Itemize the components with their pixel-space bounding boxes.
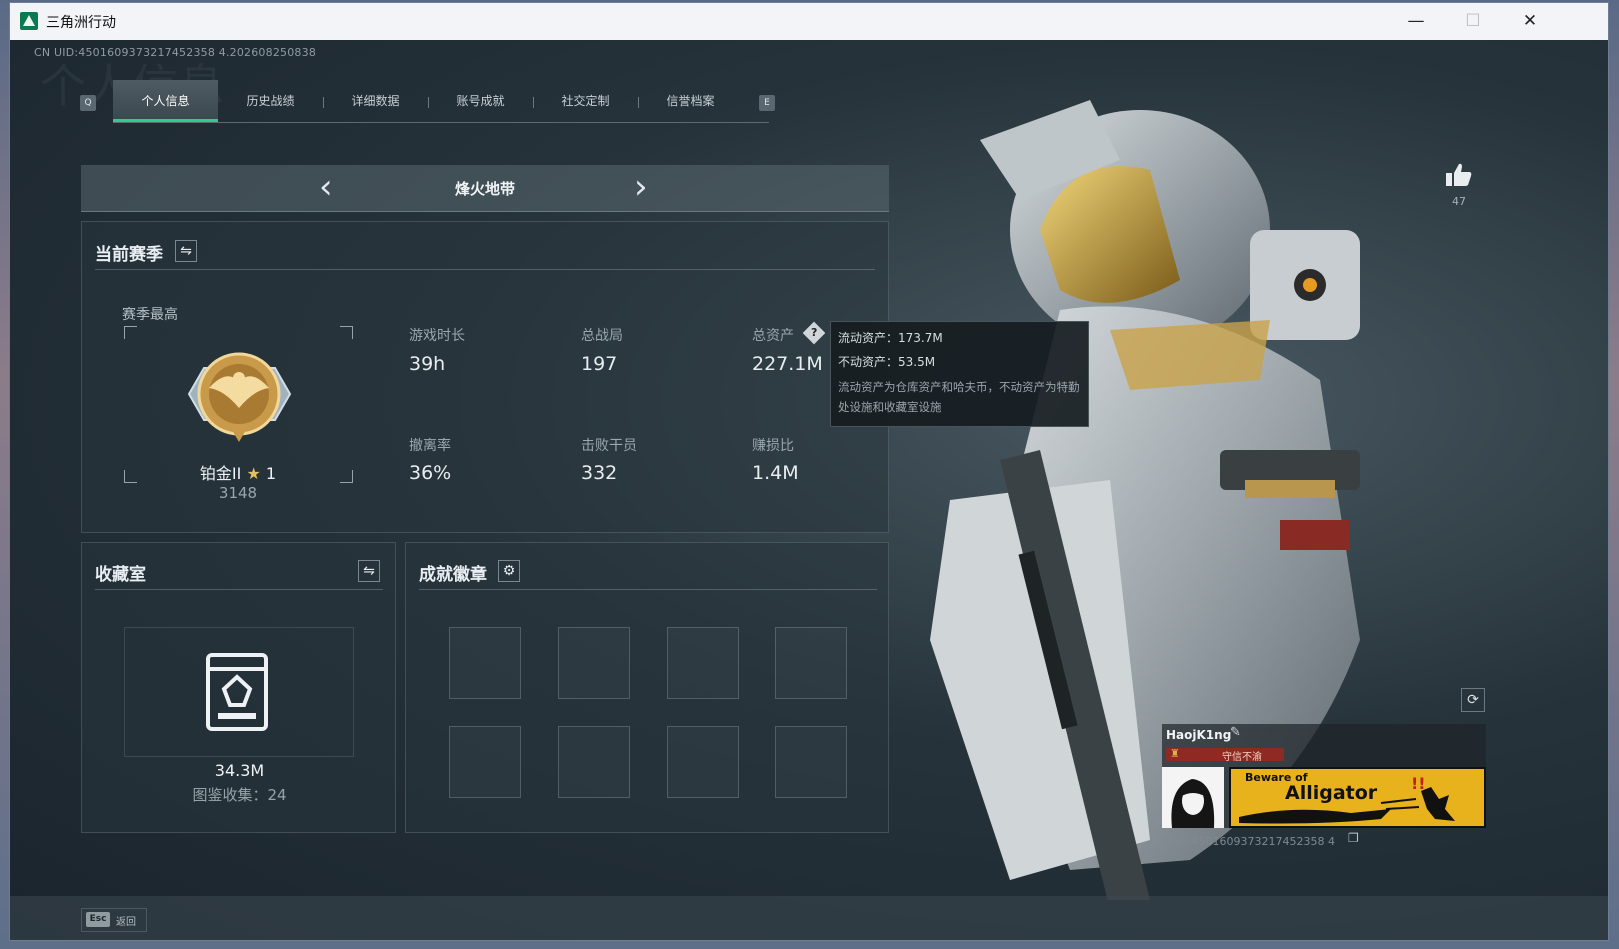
divider (95, 589, 383, 590)
tab-account-achievements[interactable]: 账号成就 (428, 80, 533, 122)
achievements-title: 成就徽章 (419, 565, 487, 585)
app-window: 三角洲行动 — ☐ ✕ CN UID:4501609373217452358 4… (10, 3, 1608, 940)
tab-right-key-hint[interactable]: E (759, 95, 775, 111)
edit-name-icon[interactable]: ✎ (1230, 725, 1241, 740)
help-icon[interactable]: ? (802, 321, 826, 345)
badge-slot[interactable] (775, 726, 847, 798)
player-name: HaojK1ng (1166, 728, 1232, 742)
tooltip-note: 流动资产为仓库资产和哈夫币，不动资产为特勤处设施和收藏室设施 (838, 380, 1080, 414)
season-best-label: 赛季最高 (122, 307, 178, 323)
close-button[interactable]: ✕ (1510, 8, 1550, 34)
mode-next-button[interactable]: › (634, 167, 648, 207)
stat-value-playtime: 39h (409, 353, 446, 375)
help-icon-glyph: ? (810, 325, 818, 339)
rank-score: 3148 (218, 484, 258, 502)
rank-name: 铂金II (199, 464, 242, 483)
app-logo-icon (20, 12, 38, 30)
svg-text:!!: !! (1411, 774, 1426, 793)
motto-banner: ♜ 守信不渝 (1166, 747, 1284, 763)
stat-value-operators-defeated: 332 (581, 462, 618, 484)
copy-icon[interactable]: ❐ (1348, 831, 1359, 845)
achievement-badges-panel: 成就徽章 ⚙ (405, 542, 889, 833)
divider (95, 269, 875, 270)
game-viewport: 个人信息 CN UID:4501609373217452358 4.202608… (10, 40, 1608, 940)
frame-corner (124, 326, 137, 339)
stat-label-playtime: 游戏时长 (409, 328, 465, 344)
collection-room-panel: 收藏室 ⇋ 34.3M 图鉴收集：24 (81, 542, 396, 833)
maximize-button[interactable]: ☐ (1453, 8, 1493, 34)
tab-bar: 个人信息 历史战绩 详细数据 账号成就 社交定制 信誉档案 (113, 80, 769, 123)
avatar-portrait-icon (1171, 779, 1215, 828)
esc-key-hint: Esc (86, 912, 110, 927)
stat-label-extraction-rate: 撤离率 (409, 438, 451, 454)
badge-slot[interactable] (558, 627, 630, 699)
stat-value-total-assets: 227.1M (752, 353, 823, 375)
player-card: HaojK1ng ✎ ♜ 守信不渝 Beware of Alligator !! (1162, 724, 1486, 828)
tab-left-key-hint[interactable]: Q (80, 95, 96, 111)
rank-line: 铂金II ★ 1 (122, 460, 354, 484)
alligator-chase-icon: !! (1239, 774, 1455, 824)
assets-tooltip: 流动资产：173.7M 不动资产：53.5M 流动资产为仓库资产和哈夫币，不动资… (830, 321, 1089, 427)
stat-value-extraction-rate: 36% (409, 462, 452, 484)
collection-title: 收藏室 (95, 565, 146, 585)
divider (419, 589, 877, 590)
rank-stars: 1 (265, 464, 277, 483)
window-title: 三角洲行动 (46, 15, 116, 31)
collection-value: 34.3M (214, 761, 265, 780)
season-title: 当前赛季 (95, 245, 163, 265)
motto-badge-icon: ♜ (1170, 747, 1180, 760)
rotate-view-icon[interactable]: ⟳ (1461, 688, 1485, 712)
tooltip-fixed-assets: 不动资产：53.5M (838, 355, 936, 369)
tooltip-liquid-assets: 流动资产：173.7M (838, 331, 943, 345)
collection-switch-icon[interactable]: ⇋ (358, 560, 380, 582)
stat-label-operators-defeated: 击败干员 (581, 438, 637, 454)
title-bar: 三角洲行动 — ☐ ✕ (10, 3, 1608, 40)
badge-slot[interactable] (667, 627, 739, 699)
stat-label-total-assets: 总资产 (752, 328, 794, 344)
stat-value-total-matches: 197 (581, 353, 618, 375)
collection-count: 图鉴收集：24 (192, 786, 287, 804)
frame-corner (340, 326, 353, 339)
mode-label: 烽火地带 (454, 180, 515, 198)
current-season-panel: 当前赛季 ⇋ 赛季最高 铂金II ★ 1 3148 游戏时长 39h 总战局 1… (81, 221, 889, 533)
player-avatar[interactable] (1162, 767, 1224, 828)
bottom-bar: Esc 返回 (10, 896, 1608, 940)
stat-value-profit-ratio: 1.4M (752, 462, 799, 484)
badge-slot[interactable] (775, 627, 847, 699)
achievements-settings-gear-icon[interactable]: ⚙ (498, 560, 520, 582)
tab-social-customization[interactable]: 社交定制 (533, 80, 638, 122)
badge-slot[interactable] (558, 726, 630, 798)
tab-personal-info[interactable]: 个人信息 (113, 80, 218, 122)
name-card-banner[interactable]: Beware of Alligator !! (1229, 767, 1486, 828)
tab-reputation-file[interactable]: 信誉档案 (638, 80, 743, 122)
platinum-rank-emblem-icon (187, 352, 292, 442)
mode-selector: ‹ 烽火地带 › (81, 165, 889, 212)
tab-detailed-data[interactable]: 详细数据 (323, 80, 428, 122)
badge-slot[interactable] (449, 726, 521, 798)
back-button[interactable]: Esc 返回 (81, 908, 147, 932)
minimize-button[interactable]: — (1396, 8, 1436, 34)
uid-text: CN UID:4501609373217452358 4.20260825083… (34, 46, 317, 59)
star-icon: ★ (246, 464, 261, 483)
display-case-icon (206, 653, 268, 731)
like-count: 47 (1452, 195, 1466, 208)
stat-label-total-matches: 总战局 (581, 328, 623, 344)
season-switch-icon[interactable]: ⇋ (175, 240, 197, 262)
badge-slot[interactable] (667, 726, 739, 798)
player-motto: 守信不渝 (1222, 752, 1262, 763)
thumbs-up-icon[interactable] (1445, 162, 1473, 188)
stat-label-profit-ratio: 赚损比 (752, 438, 794, 454)
back-label: 返回 (116, 917, 136, 928)
player-id-text: 编号 4501609373217452358 4 (1166, 835, 1335, 848)
tab-match-history[interactable]: 历史战绩 (218, 80, 323, 122)
badge-slot[interactable] (449, 627, 521, 699)
